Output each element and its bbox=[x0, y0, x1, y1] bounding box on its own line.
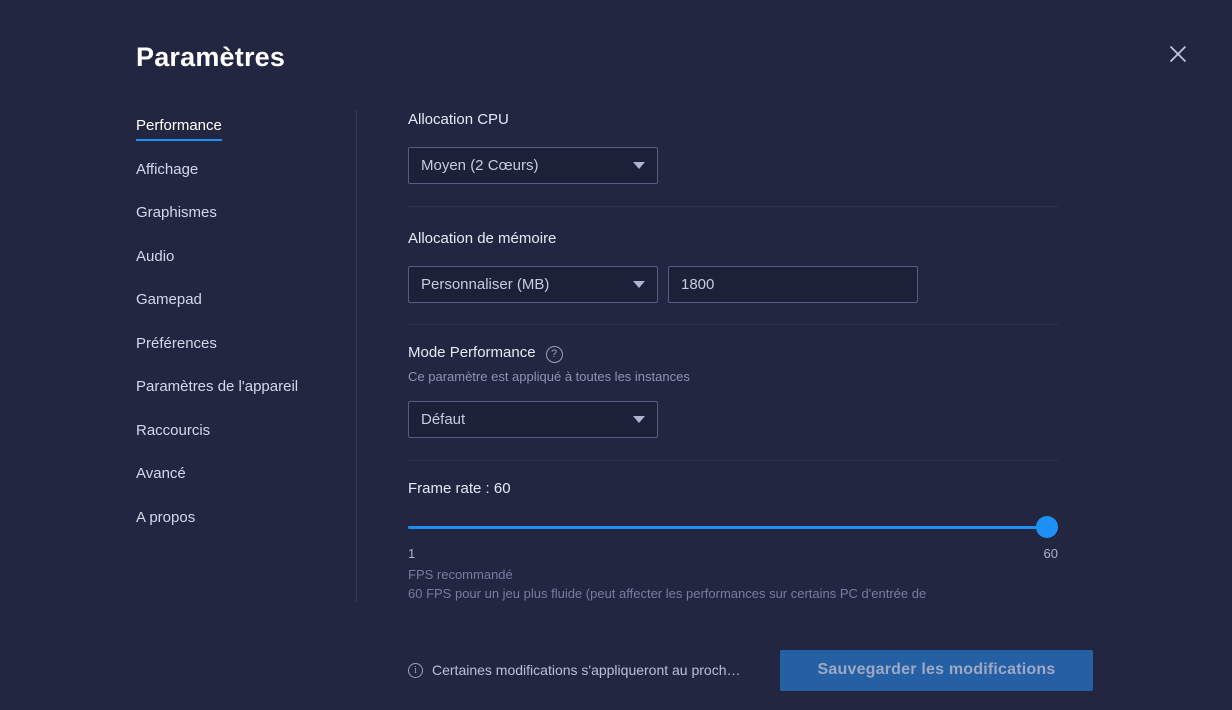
settings-footer: i Certaines modifications s'appliqueront… bbox=[0, 630, 1232, 710]
cpu-allocation-label: Allocation CPU bbox=[408, 111, 509, 128]
settings-content: Allocation CPU Moyen (2 Cœurs) Allocatio… bbox=[408, 110, 1058, 561]
performance-mode-label: Mode Performance bbox=[408, 344, 536, 361]
frame-rate-hint: FPS recommandé 60 FPS pour un jeu plus f… bbox=[408, 565, 1068, 605]
sidebar-item-device-settings[interactable]: Paramètres de l'appareil bbox=[136, 377, 298, 397]
page-title: Paramètres bbox=[136, 42, 286, 72]
sidebar-item-label: Préférences bbox=[136, 334, 217, 352]
settings-window: Paramètres Performance Affichage Graphis… bbox=[0, 0, 1232, 710]
performance-mode-section: Mode Performance ? Ce paramètre est appl… bbox=[408, 343, 1058, 438]
chevron-down-icon bbox=[633, 281, 645, 288]
memory-amount-input[interactable] bbox=[668, 266, 918, 303]
sidebar-item-avance[interactable]: Avancé bbox=[136, 464, 186, 484]
info-icon: i bbox=[408, 662, 423, 678]
sidebar-item-gamepad[interactable]: Gamepad bbox=[136, 290, 202, 310]
sidebar-item-affichage[interactable]: Affichage bbox=[136, 160, 198, 180]
sidebar-item-performance[interactable]: Performance bbox=[136, 116, 222, 141]
save-changes-button[interactable]: Sauvegarder les modifications bbox=[780, 649, 1093, 691]
performance-mode-value: Défaut bbox=[421, 411, 466, 428]
cpu-allocation-select[interactable]: Moyen (2 Cœurs) bbox=[408, 147, 658, 184]
slider-scale: 1 60 bbox=[408, 546, 1058, 561]
performance-mode-description: Ce paramètre est appliqué à toutes les i… bbox=[408, 369, 690, 384]
slider-min-label: 1 bbox=[408, 546, 416, 561]
frame-rate-hint-body: 60 FPS pour un jeu plus fluide (peut aff… bbox=[408, 586, 927, 601]
footer-note-text: Certaines modifications s'appliqueront a… bbox=[432, 662, 741, 678]
performance-mode-select[interactable]: Défaut bbox=[408, 401, 658, 438]
sidebar-item-label: Audio bbox=[136, 247, 175, 265]
sidebar-divider bbox=[356, 110, 357, 602]
sidebar-item-label: Gamepad bbox=[136, 291, 202, 308]
chevron-down-icon bbox=[633, 416, 645, 423]
sidebar-item-a-propos[interactable]: A propos bbox=[136, 508, 195, 528]
sidebar-item-label: Avancé bbox=[136, 465, 186, 482]
memory-allocation-label: Allocation de mémoire bbox=[408, 230, 557, 247]
settings-sidebar: Performance Affichage Graphismes Audio G… bbox=[136, 116, 346, 551]
sidebar-item-label: Raccourcis bbox=[136, 421, 211, 439]
chevron-down-icon bbox=[633, 162, 645, 169]
frame-rate-label: Frame rate : 60 bbox=[408, 480, 511, 497]
sidebar-item-preferences[interactable]: Préférences bbox=[136, 334, 217, 354]
sidebar-item-audio[interactable]: Audio bbox=[136, 247, 174, 267]
sidebar-item-label: A propos bbox=[136, 508, 196, 526]
footer-note: i Certaines modifications s'appliqueront… bbox=[408, 662, 741, 678]
memory-allocation-select[interactable]: Personnaliser (MB) bbox=[408, 266, 658, 303]
close-icon[interactable] bbox=[1164, 40, 1192, 68]
sidebar-item-label: Paramètres de l'appareil bbox=[136, 378, 299, 395]
slider-fill bbox=[408, 526, 1047, 529]
sidebar-item-label: Graphismes bbox=[136, 204, 217, 221]
cpu-allocation-section: Allocation CPU Moyen (2 Cœurs) bbox=[408, 110, 1058, 184]
memory-allocation-section: Allocation de mémoire Personnaliser (MB) bbox=[408, 229, 1058, 303]
sidebar-item-raccourcis[interactable]: Raccourcis bbox=[136, 421, 210, 441]
slider-thumb[interactable] bbox=[1036, 516, 1058, 538]
slider-max-label: 60 bbox=[1043, 546, 1058, 561]
frame-rate-slider[interactable] bbox=[408, 516, 1058, 538]
memory-allocation-value: Personnaliser (MB) bbox=[421, 276, 550, 293]
cpu-allocation-value: Moyen (2 Cœurs) bbox=[421, 157, 539, 174]
frame-rate-section: Frame rate : 60 1 60 bbox=[408, 479, 1058, 561]
frame-rate-hint-title: FPS recommandé bbox=[408, 567, 513, 582]
sidebar-item-graphismes[interactable]: Graphismes bbox=[136, 203, 217, 223]
sidebar-item-label: Affichage bbox=[136, 160, 199, 178]
sidebar-item-label: Performance bbox=[136, 117, 222, 134]
help-icon[interactable]: ? bbox=[545, 345, 563, 363]
